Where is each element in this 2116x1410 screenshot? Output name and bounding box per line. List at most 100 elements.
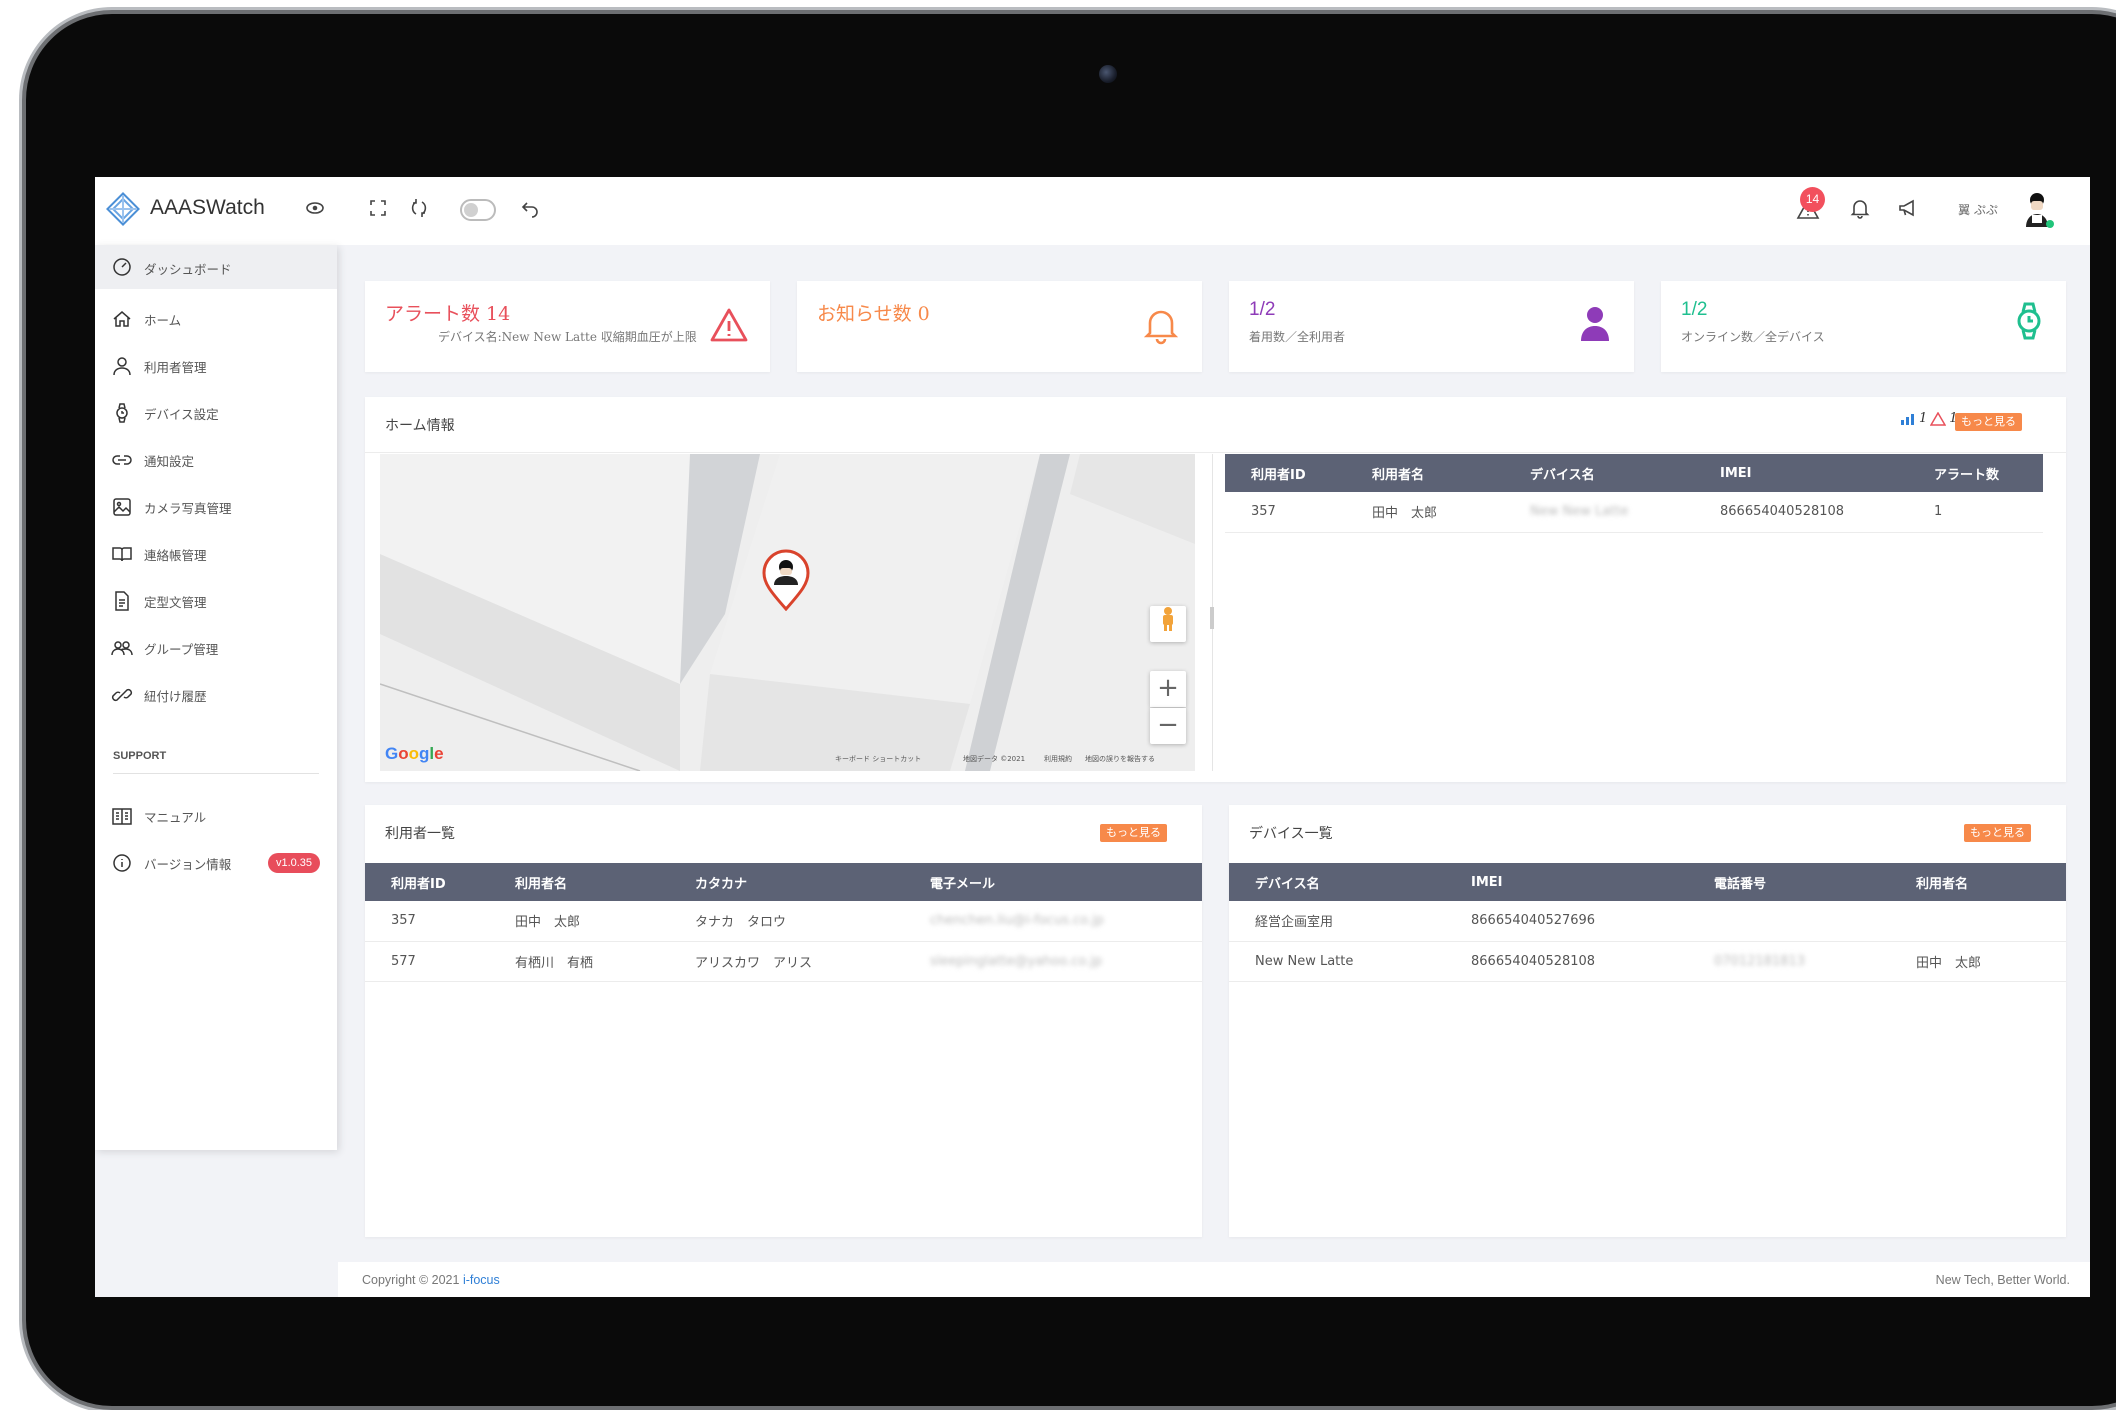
sidebar-item-dashboard[interactable]: ダッシュボード — [95, 245, 337, 289]
watch-icon — [116, 403, 128, 423]
bell-icon[interactable] — [1847, 197, 1873, 223]
column-header[interactable]: 電話番号 — [1688, 863, 1890, 901]
user-name-label: 翼 ぷぷ — [1958, 203, 1998, 217]
table-cell: 田中 太郎 — [1890, 941, 2066, 982]
alert-latest-message: デバイス名:New New Latte 収縮期血圧が上限 — [438, 330, 697, 344]
street-view-pegman-icon[interactable] — [1150, 606, 1186, 642]
map-view[interactable]: + − Google キーボード ショートカット 地図データ ©2021 利用規… — [380, 454, 1195, 771]
column-header[interactable]: 利用者名 — [1346, 454, 1504, 492]
home-info-summary: 1 1 — [1900, 411, 1958, 426]
table-row[interactable]: 357 田中 太郎 タナカ タロウ chenchen.liu@i-focus.c… — [365, 901, 1202, 942]
column-header[interactable]: 利用者名 — [1890, 863, 2066, 901]
refresh-icon[interactable] — [406, 197, 432, 223]
column-header[interactable]: デバイス名 — [1229, 863, 1445, 901]
notice-count-card[interactable]: お知らせ数 0 — [797, 281, 1202, 372]
column-header[interactable]: カタカナ — [669, 863, 904, 901]
zoom-in-button[interactable]: + — [1150, 671, 1186, 707]
table-cell: 357 — [1225, 492, 1346, 533]
back-icon[interactable] — [517, 197, 543, 223]
theme-toggle[interactable] — [460, 199, 496, 221]
table-cell: タナカ タロウ — [669, 901, 904, 942]
sidebar-item-groups[interactable]: グループ管理 — [95, 628, 337, 668]
user-location-marker[interactable] — [760, 549, 812, 611]
watch-icon — [2017, 302, 2041, 340]
manual-icon — [112, 808, 132, 825]
sidebar-item-label: バージョン情報 — [144, 856, 232, 872]
page-footer: Copyright © 2021 i-focus New Tech, Bette… — [338, 1262, 2090, 1297]
sidebar-item-notifications[interactable]: 通知設定 — [95, 440, 337, 480]
map-shortcuts-link[interactable]: キーボード ショートカット — [835, 754, 921, 764]
megaphone-icon[interactable] — [1895, 197, 1921, 223]
column-header[interactable]: IMEI — [1445, 863, 1688, 901]
link-icon — [112, 455, 132, 465]
alert-count-title: アラート数 14 — [385, 303, 511, 325]
device-list-table: デバイス名 IMEI 電話番号 利用者名 経営企画室用 866654040527… — [1229, 863, 2066, 982]
table-cell: 田中 太郎 — [1346, 492, 1504, 533]
device-list-panel: デバイス一覧 もっと見る デバイス名 IMEI 電話番号 利用者名 経営企画室用… — [1229, 805, 2066, 1237]
table-row[interactable]: New New Latte 866654040528108 0701218181… — [1229, 941, 2066, 982]
table-cell: sleepinglatte@yahoo.co.jp — [904, 941, 1202, 982]
user-list-table: 利用者ID 利用者名 カタカナ 電子メール 357 田中 太郎 タナカ タロウ … — [365, 863, 1202, 982]
column-header[interactable]: 電子メール — [904, 863, 1202, 901]
sidebar-item-templates[interactable]: 定型文管理 — [95, 581, 337, 621]
online-count-card[interactable]: 1/2 オンライン数／全デバイス — [1661, 281, 2066, 372]
notice-count-title: お知らせ数 0 — [817, 303, 930, 325]
wearing-count-label: 着用数／全利用者 — [1249, 330, 1346, 344]
home-info-more-button[interactable]: もっと見る — [1955, 413, 2022, 431]
table-cell: New New Latte — [1504, 492, 1694, 533]
column-header[interactable]: IMEI — [1694, 454, 1908, 492]
signal-icon — [1901, 413, 1914, 425]
sidebar-item-devices[interactable]: デバイス設定 — [95, 393, 337, 433]
copyright-text: Copyright © 2021 i-focus — [362, 1273, 500, 1287]
column-header[interactable]: デバイス名 — [1504, 454, 1694, 492]
fullscreen-icon[interactable] — [365, 197, 391, 223]
device-list-more-button[interactable]: もっと見る — [1964, 824, 2031, 842]
sidebar-item-label: ホーム — [144, 312, 182, 328]
wearing-count-card[interactable]: 1/2 着用数／全利用者 — [1229, 281, 1634, 372]
warning-icon — [710, 308, 748, 342]
company-link[interactable]: i-focus — [463, 1273, 500, 1287]
sidebar-item-label: 紐付け履歴 — [144, 688, 207, 704]
column-header[interactable]: 利用者ID — [1225, 454, 1346, 492]
sidebar-item-home[interactable]: ホーム — [95, 299, 337, 339]
sidebar-item-label: 利用者管理 — [144, 359, 207, 375]
wearing-count-value: 1/2 — [1249, 299, 1276, 320]
eye-icon[interactable] — [302, 197, 328, 223]
chain-icon — [111, 688, 133, 702]
home-icon — [113, 311, 131, 327]
table-header-row: デバイス名 IMEI 電話番号 利用者名 — [1229, 863, 2066, 901]
version-badge: v1.0.35 — [268, 853, 320, 873]
column-header[interactable]: 利用者ID — [365, 863, 489, 901]
table-cell: 田中 太郎 — [489, 901, 669, 942]
sidebar-item-manual[interactable]: マニュアル — [95, 796, 337, 836]
zoom-out-button[interactable]: − — [1150, 708, 1186, 744]
column-header[interactable]: 利用者名 — [489, 863, 669, 901]
map-data-credit: 地図データ ©2021 — [963, 755, 1026, 763]
top-bar: AAASWatch 14 翼 ぷぷ — [95, 177, 2090, 245]
map-report-link[interactable]: 地図の誤りを報告する — [1085, 754, 1155, 764]
sidebar-item-version[interactable]: バージョン情報 v1.0.35 — [95, 843, 337, 883]
google-logo: Google — [385, 744, 444, 763]
info-icon — [113, 854, 131, 872]
sidebar-item-contacts[interactable]: 連絡帳管理 — [95, 534, 337, 574]
table-row[interactable]: 357 田中 太郎 New New Latte 866654040528108 … — [1225, 492, 2043, 533]
column-header[interactable]: アラート数 — [1908, 454, 2043, 492]
table-header-row: 利用者ID 利用者名 デバイス名 IMEI アラート数 — [1225, 454, 2043, 492]
home-info-table: 利用者ID 利用者名 デバイス名 IMEI アラート数 357 田中 太郎 Ne… — [1225, 454, 2043, 533]
avatar[interactable] — [2023, 191, 2055, 231]
sidebar-item-users[interactable]: 利用者管理 — [95, 346, 337, 386]
table-cell: 866654040528108 — [1694, 492, 1908, 533]
table-cell: 有栖川 有栖 — [489, 941, 669, 982]
sidebar-item-history[interactable]: 紐付け履歴 — [95, 675, 337, 715]
table-cell: chenchen.liu@i-focus.co.jp — [904, 901, 1202, 942]
map-terms-link[interactable]: 利用規約 — [1044, 754, 1072, 764]
table-row[interactable]: 577 有栖川 有栖 アリスカワ アリス sleepinglatte@yahoo… — [365, 941, 1202, 982]
splitter-handle[interactable] — [1210, 607, 1214, 629]
alert-count-card[interactable]: アラート数 14 デバイス名:New New Latte 収縮期血圧が上限 — [365, 281, 770, 372]
user-list-more-button[interactable]: もっと見る — [1100, 824, 1167, 842]
app-brand: AAASWatch — [150, 196, 265, 219]
group-icon — [111, 641, 133, 656]
sidebar-item-label: 連絡帳管理 — [144, 547, 207, 563]
sidebar-item-photos[interactable]: カメラ写真管理 — [95, 487, 337, 527]
table-row[interactable]: 経営企画室用 866654040527696 — [1229, 901, 2066, 942]
